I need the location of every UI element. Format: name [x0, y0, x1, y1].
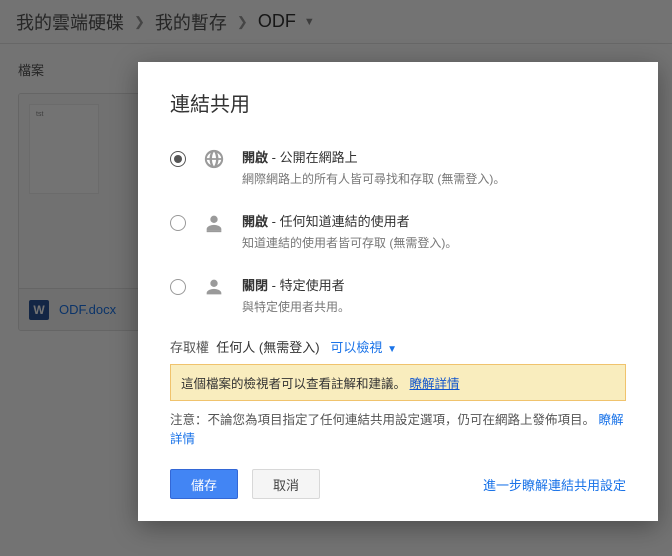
globe-icon: [200, 145, 228, 173]
dialog-button-row: 儲存 取消 進一步瞭解連結共用設定: [170, 469, 626, 499]
radio-icon: [170, 151, 186, 167]
radio-icon: [170, 215, 186, 231]
option-text: 開啟 - 公開在網路上 網際網路上的所有人皆可尋找和存取 (無需登入)。: [242, 145, 626, 187]
access-who: 任何人 (無需登入): [216, 340, 319, 355]
save-button[interactable]: 儲存: [170, 469, 238, 499]
dialog-title: 連結共用: [170, 88, 626, 117]
cancel-button[interactable]: 取消: [252, 469, 320, 499]
person-icon: [200, 273, 228, 301]
sharing-options: 開啟 - 公開在網路上 網際網路上的所有人皆可尋找和存取 (無需登入)。 開啟 …: [170, 145, 626, 315]
chevron-down-icon: ▼: [384, 344, 397, 355]
person-link-icon: [200, 209, 228, 237]
option-text: 開啟 - 任何知道連結的使用者 知道連結的使用者皆可存取 (無需登入)。: [242, 209, 626, 251]
radio-icon: [170, 279, 186, 295]
option-public-on-web[interactable]: 開啟 - 公開在網路上 網際網路上的所有人皆可尋找和存取 (無需登入)。: [170, 145, 626, 187]
note-text: 注意：不論您為項目指定了任何連結共用設定選項，仍可在網路上發佈項目。 瞭解詳情: [170, 409, 626, 447]
learn-more-sharing-link[interactable]: 進一步瞭解連結共用設定: [483, 475, 626, 494]
option-specific-people[interactable]: 關閉 - 特定使用者 與特定使用者共用。: [170, 273, 626, 315]
link-sharing-dialog: 連結共用 開啟 - 公開在網路上 網際網路上的所有人皆可尋找和存取 (無需登入)…: [138, 62, 658, 521]
option-anyone-with-link[interactable]: 開啟 - 任何知道連結的使用者 知道連結的使用者皆可存取 (無需登入)。: [170, 209, 626, 251]
permission-dropdown[interactable]: 可以檢視 ▼: [330, 340, 397, 355]
tip-text: 這個檔案的檢視者可以查看註解和建議。: [181, 377, 406, 391]
option-text: 關閉 - 特定使用者 與特定使用者共用。: [242, 273, 626, 315]
access-label: 存取權: [170, 340, 209, 355]
tip-learn-more-link[interactable]: 瞭解詳情: [410, 377, 460, 391]
access-row: 存取權 任何人 (無需登入) 可以檢視 ▼: [170, 337, 626, 356]
tip-banner: 這個檔案的檢視者可以查看註解和建議。 瞭解詳情: [170, 364, 626, 401]
